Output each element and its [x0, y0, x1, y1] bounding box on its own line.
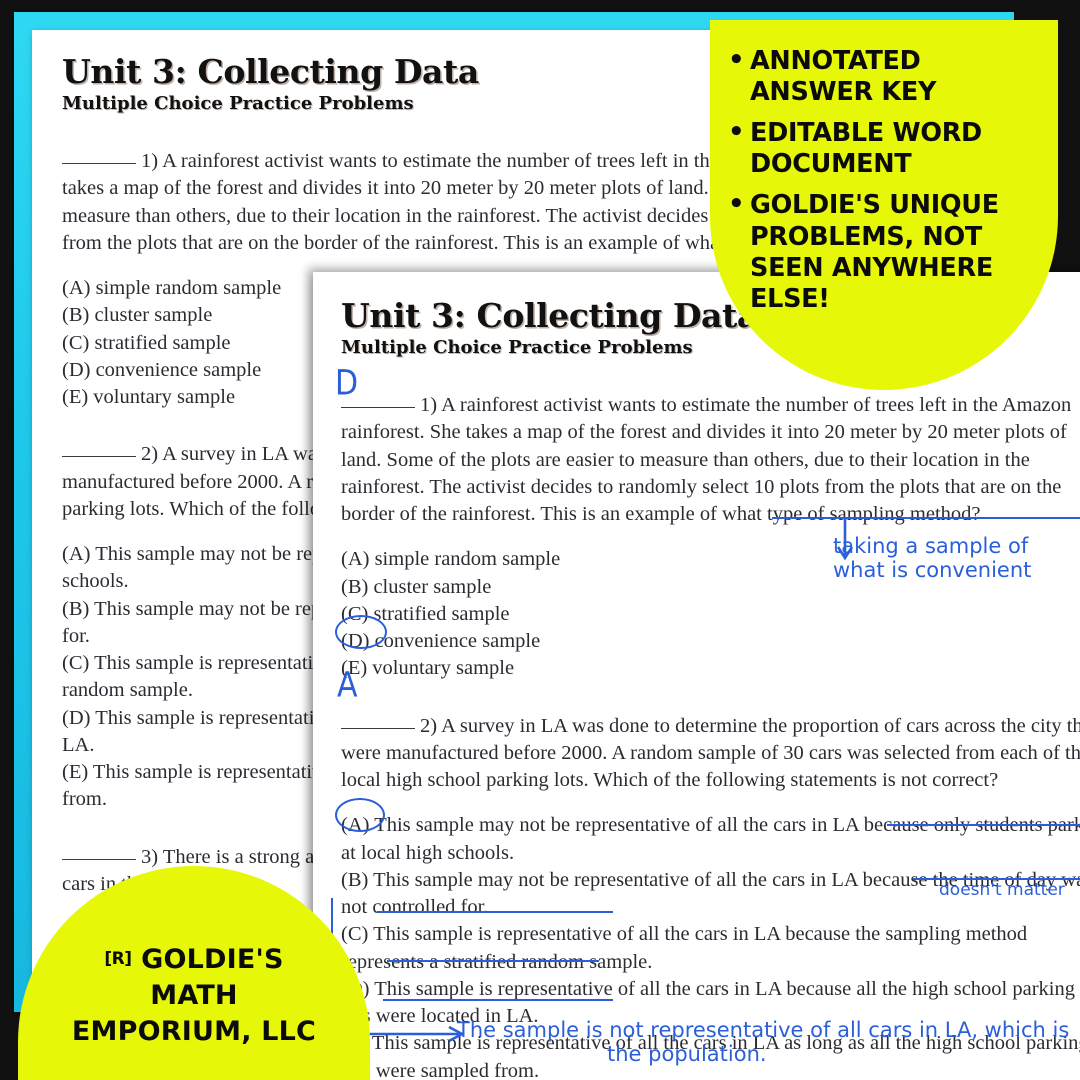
brand-line-3: Emporium, LLC — [71, 1016, 317, 1048]
preview-canvas: Unit 3: Collecting Data Multiple Choice … — [0, 0, 1080, 1080]
answer-blank-q1-back — [62, 163, 136, 164]
question-2-text-front: A survey in LA was done to determine the… — [341, 714, 1080, 792]
question-2-number-front: 2) — [420, 714, 438, 737]
registered-trademark-icon: [R] — [104, 949, 132, 969]
features-badge: Annotated answer key Editable Word docum… — [710, 20, 1058, 390]
ink-arrow-down-q1 — [836, 519, 854, 561]
worksheet-page-front: Unit 3: Collecting Data Multiple Choice … — [313, 272, 1080, 1080]
features-list: Annotated answer key Editable Word docum… — [724, 45, 1040, 315]
question-1-number-back: 1) — [141, 150, 159, 172]
answer-blank-q2-back — [62, 456, 136, 458]
question-3-number-back: 3) — [141, 845, 159, 868]
answer-blank-q3-back — [62, 858, 136, 860]
brand-line-1: [R] Goldie's — [104, 942, 283, 978]
option-a: (A) simple random sample — [341, 548, 561, 571]
feature-item: Annotated answer key — [728, 45, 1040, 108]
option-c: (C) This sample is representative of all… — [341, 923, 1028, 973]
option-c: (C) stratified sample — [341, 602, 510, 625]
option-b: (B) This sample may not be representativ… — [341, 868, 1080, 918]
question-2-front: 2) A survey in LA was done to determine … — [341, 713, 1080, 795]
question-1-options-front: (A) simple random sample (B) cluster sam… — [341, 546, 1080, 682]
option-a: (A) This sample may not be representativ… — [341, 814, 1080, 864]
feature-item: Goldie's unique problems, not seen anywh… — [728, 189, 1040, 314]
option-d: (D) convenience sample — [341, 630, 541, 652]
brand-name: Goldie's — [141, 944, 284, 975]
feature-item: Editable Word document — [728, 117, 1040, 180]
question-1-text-front: A rainforest activist wants to estimate … — [341, 394, 1072, 525]
option-b: (B) cluster sample — [341, 575, 492, 598]
question-1-front: 1) A rainforest activist wants to estima… — [341, 392, 1080, 528]
option-e: (E) voluntary sample — [341, 657, 515, 680]
answer-blank-q1-front — [341, 407, 415, 408]
brand-line-2: Math — [150, 980, 238, 1012]
answer-blank-q2-front — [341, 727, 415, 729]
question-2-number-back: 2) — [141, 443, 159, 466]
question-1-number-front: 1) — [420, 394, 438, 416]
